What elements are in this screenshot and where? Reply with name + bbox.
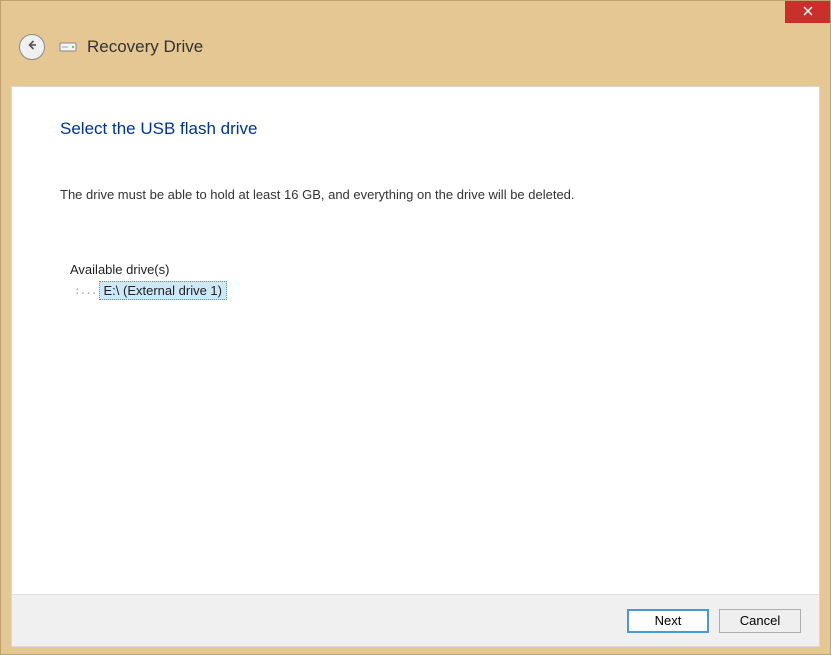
header-row: Recovery Drive: [1, 29, 830, 72]
tree-connector-icon: :...: [74, 284, 97, 297]
close-icon: [803, 3, 813, 21]
back-button[interactable]: [19, 34, 45, 60]
back-arrow-icon: [25, 38, 39, 57]
drive-item[interactable]: E:\ (External drive 1): [99, 281, 228, 300]
recovery-drive-icon: [59, 40, 77, 54]
title-bar: [1, 1, 830, 29]
content-area: Select the USB flash drive The drive mus…: [11, 86, 820, 647]
drive-list: :... E:\ (External drive 1): [74, 281, 771, 300]
instruction-text: The drive must be able to hold at least …: [60, 187, 771, 202]
next-button[interactable]: Next: [627, 609, 709, 633]
cancel-button[interactable]: Cancel: [719, 609, 801, 633]
button-bar: Next Cancel: [12, 594, 819, 646]
app-title: Recovery Drive: [87, 37, 203, 57]
close-button[interactable]: [785, 1, 830, 23]
content-inner: Select the USB flash drive The drive mus…: [12, 87, 819, 594]
page-heading: Select the USB flash drive: [60, 119, 771, 139]
wizard-window: Recovery Drive Select the USB flash driv…: [0, 0, 831, 655]
available-drives-label: Available drive(s): [70, 262, 771, 277]
